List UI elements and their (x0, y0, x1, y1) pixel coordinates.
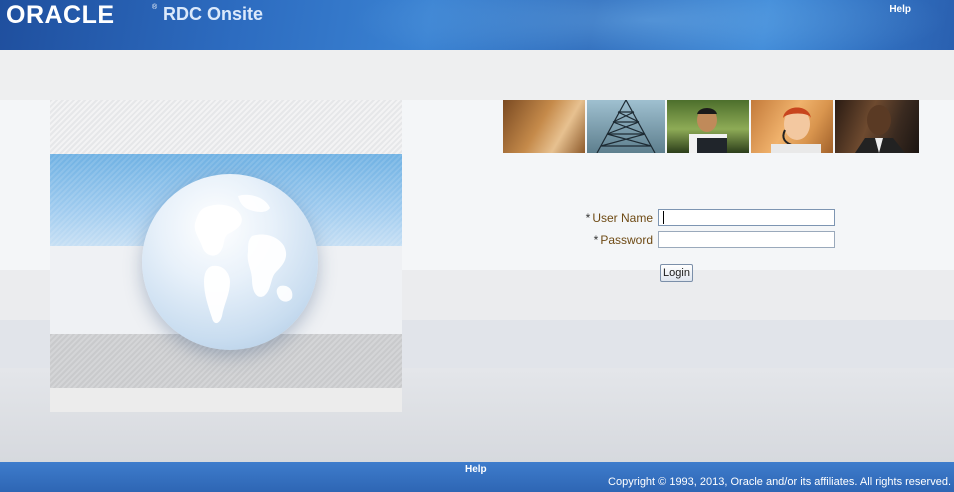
top-header: ORACLE ® RDC Onsite Help (0, 0, 954, 50)
footer: Help Copyright © 1993, 2013, Oracle and/… (0, 462, 954, 492)
required-marker: * (585, 211, 591, 225)
photo-team-meeting (503, 100, 585, 153)
photo-businessman (835, 100, 919, 153)
photo-power-tower (587, 100, 665, 153)
registered-mark: ® (152, 4, 158, 11)
required-marker: * (593, 233, 599, 247)
photo-strip (503, 100, 919, 153)
globe-panel (50, 100, 402, 412)
photo-man-at-computer (667, 100, 749, 153)
password-input[interactable] (658, 231, 835, 248)
password-label-text: Password (600, 233, 653, 247)
login-button[interactable]: Login (660, 264, 693, 282)
globe-panel-base (50, 388, 402, 412)
copyright-text: Copyright © 1993, 2013, Oracle and/or it… (608, 476, 951, 488)
oracle-logo: ORACLE (6, 1, 115, 29)
username-label: * User Name (560, 211, 653, 225)
username-input[interactable] (658, 209, 835, 226)
globe-icon (142, 174, 318, 350)
photo-headset-agent (751, 100, 833, 153)
background-band (0, 50, 954, 100)
help-link-top[interactable]: Help (889, 4, 911, 15)
text-cursor (663, 211, 664, 224)
app-title: RDC Onsite (163, 4, 264, 24)
username-label-text: User Name (592, 211, 653, 225)
password-label: * Password (560, 233, 653, 247)
help-link-footer[interactable]: Help (465, 464, 487, 475)
